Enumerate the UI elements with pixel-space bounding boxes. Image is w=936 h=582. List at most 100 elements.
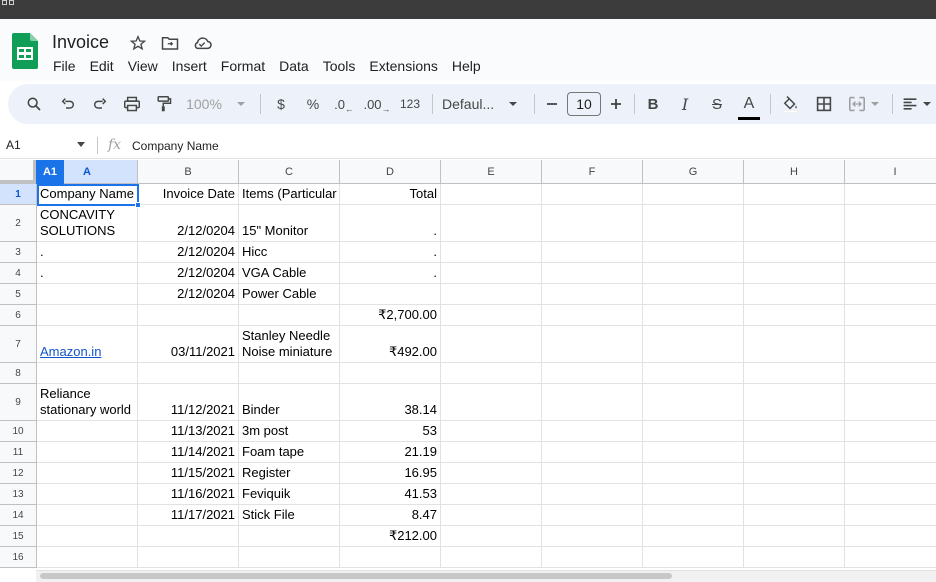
row-header-15[interactable]: 15 — [0, 526, 37, 547]
row-header-11[interactable]: 11 — [0, 442, 37, 463]
cell-g2[interactable] — [643, 205, 744, 242]
fill-color-icon[interactable] — [778, 84, 802, 124]
row-header-8[interactable]: 8 — [0, 363, 37, 384]
cell-i3[interactable] — [845, 242, 936, 263]
menu-view[interactable]: View — [121, 57, 165, 75]
cell-a14[interactable] — [37, 505, 138, 526]
cell-i10[interactable] — [845, 421, 936, 442]
cell-e8[interactable] — [441, 363, 542, 384]
cell-h3[interactable] — [744, 242, 845, 263]
cell-i7[interactable] — [845, 326, 936, 363]
cell-b13[interactable]: 11/16/2021 — [138, 484, 239, 505]
cell-e12[interactable] — [441, 463, 542, 484]
cell-b15[interactable] — [138, 526, 239, 547]
cell-c9[interactable]: Binder — [239, 384, 340, 421]
cell-g1[interactable] — [643, 184, 744, 205]
cell-h6[interactable] — [744, 305, 845, 326]
cell-i2[interactable] — [845, 205, 936, 242]
cell-b4[interactable]: 2/12/0204 — [138, 263, 239, 284]
cell-a11[interactable] — [37, 442, 138, 463]
cell-f9[interactable] — [542, 384, 643, 421]
cell-c8[interactable] — [239, 363, 340, 384]
menu-help[interactable]: Help — [445, 57, 488, 75]
cell-g12[interactable] — [643, 463, 744, 484]
zoom-select[interactable]: 100% — [186, 84, 246, 124]
cell-a6[interactable] — [37, 305, 138, 326]
cell-a7[interactable]: Amazon.in — [37, 326, 138, 363]
cell-g10[interactable] — [643, 421, 744, 442]
menu-data[interactable]: Data — [272, 57, 316, 75]
formula-input[interactable]: Company Name — [132, 139, 219, 153]
cell-b10[interactable]: 11/13/2021 — [138, 421, 239, 442]
star-icon[interactable] — [128, 34, 148, 52]
row-header-6[interactable]: 6 — [0, 305, 37, 326]
number-format-button[interactable]: 123 — [398, 84, 422, 124]
name-box-chevron-down-icon[interactable] — [77, 142, 85, 147]
cell-d13[interactable]: 41.53 — [340, 484, 441, 505]
row-header-10[interactable]: 10 — [0, 421, 37, 442]
cell-d12[interactable]: 16.95 — [340, 463, 441, 484]
column-header-h[interactable]: H — [744, 160, 845, 184]
cell-g8[interactable] — [643, 363, 744, 384]
cell-c4[interactable]: VGA Cable — [239, 263, 340, 284]
menu-extensions[interactable]: Extensions — [362, 57, 444, 75]
cell-f5[interactable] — [542, 284, 643, 305]
column-header-f[interactable]: F — [542, 160, 643, 184]
font-size-input[interactable]: 10 — [566, 84, 602, 124]
cell-g4[interactable] — [643, 263, 744, 284]
cell-h4[interactable] — [744, 263, 845, 284]
cell-d9[interactable]: 38.14 — [340, 384, 441, 421]
cell-e1[interactable] — [441, 184, 542, 205]
row-header-3[interactable]: 3 — [0, 242, 37, 263]
horizontal-align-icon[interactable] — [900, 84, 934, 124]
cell-a5[interactable] — [37, 284, 138, 305]
cell-g15[interactable] — [643, 526, 744, 547]
cell-b8[interactable] — [138, 363, 239, 384]
document-title[interactable]: Invoice — [52, 32, 109, 53]
merge-cells-icon[interactable] — [844, 84, 884, 124]
cell-d16[interactable] — [340, 547, 441, 568]
cell-d1[interactable]: Total — [340, 184, 441, 205]
cell-i8[interactable] — [845, 363, 936, 384]
cell-h10[interactable] — [744, 421, 845, 442]
cell-d2[interactable]: . — [340, 205, 441, 242]
cell-h14[interactable] — [744, 505, 845, 526]
row-header-16[interactable]: 16 — [0, 547, 37, 568]
text-color-button[interactable]: A — [737, 84, 761, 124]
cell-i15[interactable] — [845, 526, 936, 547]
menu-edit[interactable]: Edit — [83, 57, 121, 75]
fill-handle[interactable] — [135, 202, 141, 208]
cell-d11[interactable]: 21.19 — [340, 442, 441, 463]
decrease-font-size-button[interactable] — [542, 84, 562, 124]
cell-d5[interactable] — [340, 284, 441, 305]
cell-e16[interactable] — [441, 547, 542, 568]
row-header-1[interactable]: 1 — [0, 184, 37, 205]
cell-f6[interactable] — [542, 305, 643, 326]
cell-h7[interactable] — [744, 326, 845, 363]
cell-h13[interactable] — [744, 484, 845, 505]
cell-b11[interactable]: 11/14/2021 — [138, 442, 239, 463]
cell-h16[interactable] — [744, 547, 845, 568]
cell-d14[interactable]: 8.47 — [340, 505, 441, 526]
cell-h5[interactable] — [744, 284, 845, 305]
cell-c5[interactable]: Power Cable — [239, 284, 340, 305]
cell-e7[interactable] — [441, 326, 542, 363]
cell-h1[interactable] — [744, 184, 845, 205]
cell-i1[interactable] — [845, 184, 936, 205]
cell-b6[interactable] — [138, 305, 239, 326]
cell-b16[interactable] — [138, 547, 239, 568]
cell-a4[interactable]: . — [37, 263, 138, 284]
active-cell-selection[interactable] — [37, 184, 139, 206]
cell-c1[interactable]: Items (Particular — [239, 184, 340, 205]
cell-d10[interactable]: 53 — [340, 421, 441, 442]
font-family-select[interactable]: Defaul... — [442, 84, 526, 124]
cell-h9[interactable] — [744, 384, 845, 421]
cell-e14[interactable] — [441, 505, 542, 526]
cell-e2[interactable] — [441, 205, 542, 242]
cell-a12[interactable] — [37, 463, 138, 484]
strikethrough-button[interactable]: S — [706, 84, 728, 124]
cell-i11[interactable] — [845, 442, 936, 463]
move-folder-icon[interactable] — [160, 34, 180, 52]
cell-i16[interactable] — [845, 547, 936, 568]
column-header-d[interactable]: D — [340, 160, 441, 184]
